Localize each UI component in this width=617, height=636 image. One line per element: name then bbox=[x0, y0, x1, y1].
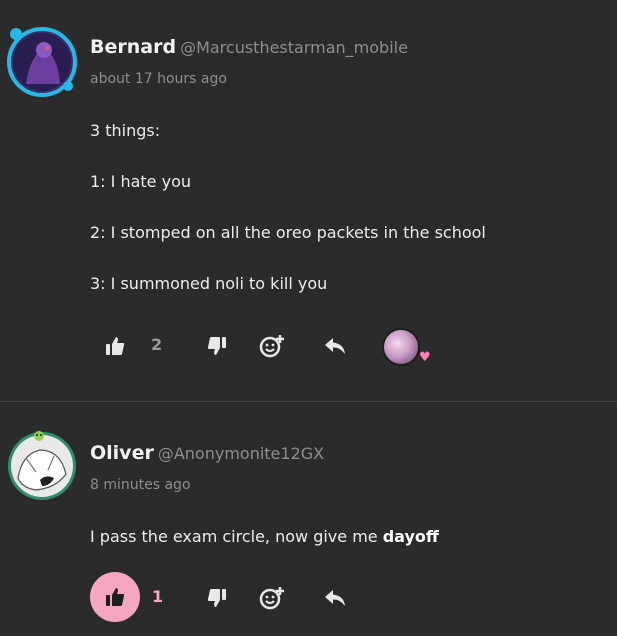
thumbs-down-icon bbox=[207, 589, 226, 607]
thumbs-up-icon bbox=[106, 588, 125, 606]
dislike-button[interactable] bbox=[205, 334, 229, 358]
heart-icon: ♥ bbox=[419, 350, 431, 365]
thumbs-down-icon bbox=[207, 337, 226, 355]
comment-text: I pass the exam circle, now give me dayo… bbox=[90, 527, 439, 546]
author-line: Oliver @Anonymonite12GX bbox=[90, 442, 324, 464]
timestamp: about 17 hours ago bbox=[90, 71, 227, 87]
like-count: 1 bbox=[152, 587, 164, 606]
comment-text-line: 3: I summoned noli to kill you bbox=[90, 274, 328, 293]
comment-text-plain: I pass the exam circle, now give me bbox=[90, 527, 383, 546]
comment-card: Bernard @Marcusthestarman_mobile about 17… bbox=[0, 0, 617, 401]
avatar[interactable] bbox=[6, 26, 78, 102]
user-handle[interactable]: @Marcusthestarman_mobile bbox=[180, 38, 408, 57]
dislike-button[interactable] bbox=[205, 586, 229, 610]
like-button[interactable] bbox=[90, 572, 140, 622]
add-reaction-button[interactable] bbox=[259, 585, 285, 611]
timestamp: 8 minutes ago bbox=[90, 477, 191, 493]
reply-button[interactable] bbox=[323, 586, 347, 610]
username[interactable]: Bernard bbox=[90, 36, 176, 58]
username[interactable]: Oliver bbox=[90, 442, 154, 464]
reply-icon bbox=[325, 590, 345, 606]
comment-text-line: 2: I stomped on all the oreo packets in … bbox=[90, 223, 486, 242]
comment-card: Oliver @Anonymonite12GX 8 minutes ago I p… bbox=[0, 402, 617, 636]
reply-icon bbox=[325, 338, 345, 354]
comment-text-bold: dayoff bbox=[382, 527, 439, 546]
reply-button[interactable] bbox=[323, 334, 347, 358]
comment-text-line: 1: I hate you bbox=[90, 172, 192, 191]
add-emoji-icon bbox=[259, 587, 284, 610]
comment-text-line: 3 things: bbox=[90, 121, 161, 140]
user-handle[interactable]: @Anonymonite12GX bbox=[158, 444, 324, 463]
thumbs-up-icon bbox=[106, 337, 125, 355]
like-count: 2 bbox=[151, 335, 163, 354]
author-line: Bernard @Marcusthestarman_mobile bbox=[90, 36, 408, 58]
add-emoji-icon bbox=[259, 335, 284, 358]
reaction-user-avatar[interactable] bbox=[382, 328, 420, 366]
add-reaction-button[interactable] bbox=[259, 333, 285, 359]
avatar[interactable] bbox=[6, 428, 78, 504]
like-button[interactable] bbox=[103, 334, 127, 358]
